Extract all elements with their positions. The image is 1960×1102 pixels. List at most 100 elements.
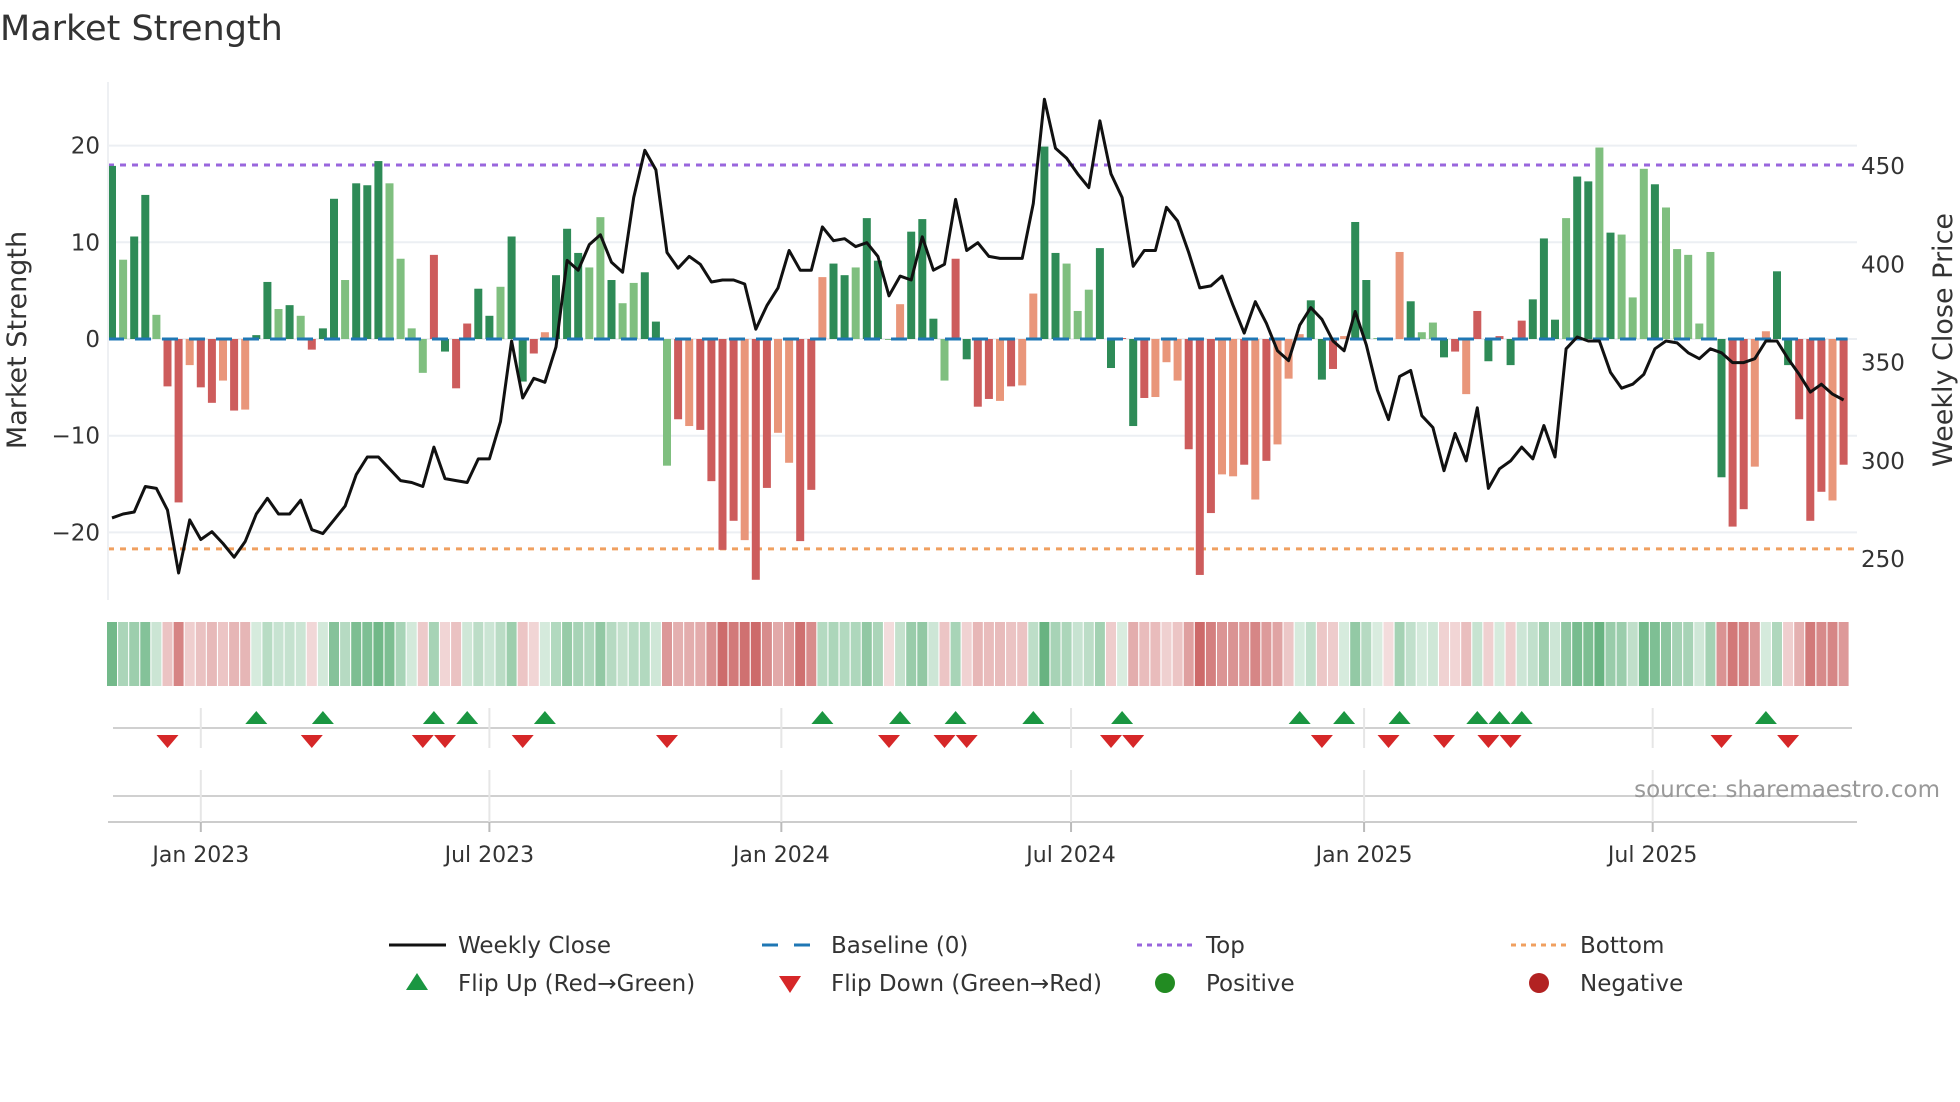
flip-up-marker — [1111, 711, 1134, 724]
heat-cell — [650, 622, 661, 686]
flip-up-marker — [1488, 711, 1511, 724]
heat-cell — [728, 622, 739, 686]
strength-bar — [1828, 339, 1837, 501]
y2-tick-label: 250 — [1861, 547, 1905, 573]
strength-bar — [840, 275, 849, 339]
heat-cell — [1416, 622, 1427, 686]
heat-cell — [1672, 622, 1683, 686]
strength-bar — [1539, 238, 1548, 339]
strength-bar — [796, 339, 805, 542]
heat-cell — [473, 622, 484, 686]
strength-bar — [1739, 339, 1748, 510]
heat-cell — [1483, 622, 1494, 686]
heat-cell — [495, 622, 506, 686]
heat-cell — [539, 622, 550, 686]
strength-bar — [274, 309, 283, 339]
strength-bar — [429, 254, 438, 339]
strength-bar — [1029, 293, 1038, 339]
strength-bar — [1806, 339, 1815, 521]
heat-cell — [1772, 622, 1782, 686]
heat-cell — [961, 622, 972, 686]
strength-bar — [1706, 251, 1715, 339]
strength-bar — [1040, 146, 1049, 339]
heat-cell — [917, 622, 928, 686]
heat-cell — [1028, 622, 1039, 686]
y2-tick-label: 350 — [1861, 351, 1905, 377]
flip-down-marker — [656, 735, 678, 748]
strength-bar — [762, 339, 771, 488]
heat-cell — [662, 622, 672, 686]
heat-cell — [484, 622, 495, 686]
heat-cell — [750, 622, 761, 686]
strength-bar — [785, 339, 794, 463]
strength-bar — [1184, 339, 1193, 450]
strength-bar — [1773, 271, 1781, 339]
strength-bar — [1195, 339, 1204, 575]
heat-cell — [995, 622, 1005, 686]
strength-bar — [507, 236, 516, 339]
strength-bar — [929, 318, 938, 339]
heat-cell — [1383, 622, 1394, 686]
strength-bar — [1062, 263, 1071, 339]
strength-bar — [996, 339, 1004, 401]
heat-cell — [1194, 622, 1205, 686]
strength-bar — [1473, 310, 1482, 339]
strength-bar — [1240, 339, 1249, 465]
strength-bar — [1728, 339, 1737, 527]
strength-bar — [873, 260, 882, 339]
strength-bar — [1695, 323, 1704, 339]
strength-bar — [1684, 254, 1693, 339]
x-axis: Jan 2023 Jul 2023 Jan 2024 Jul 2024 Jan 2025… — [108, 708, 1857, 868]
strength-bar — [352, 183, 361, 339]
heat-cell — [1128, 622, 1139, 686]
strength-bar — [729, 339, 738, 521]
strength-bar — [1650, 184, 1659, 339]
heat-cell — [1538, 622, 1549, 686]
legend-label: Positive — [1206, 971, 1295, 997]
heat-cell — [1572, 622, 1583, 686]
strength-bar — [1140, 339, 1149, 398]
source-note: source: sharemaestro.com — [1634, 777, 1940, 803]
legend-label: Weekly Close — [458, 933, 611, 959]
strength-bar — [385, 183, 394, 339]
heat-cell — [1205, 622, 1216, 686]
y-tick-label: 20 — [71, 134, 100, 160]
strength-bar — [1440, 339, 1448, 358]
flip-up-marker — [456, 711, 479, 724]
heat-cell — [1661, 622, 1671, 686]
y-axis-label: Market Strength — [2, 231, 33, 449]
heat-cell — [1705, 622, 1716, 686]
heat-cell — [606, 622, 617, 686]
strength-bar — [718, 339, 727, 550]
heat-cell — [1716, 622, 1727, 686]
heat-cell — [1805, 622, 1816, 686]
strength-bar — [1395, 251, 1404, 339]
flip-down-marker — [1499, 735, 1522, 748]
strength-bar — [851, 267, 860, 339]
flip-up-marker — [1754, 711, 1777, 724]
heat-cell — [1472, 622, 1483, 686]
flip-up-marker — [1022, 711, 1045, 724]
flip-down-marker — [1777, 735, 1800, 748]
heat-cell — [1094, 622, 1105, 686]
strength-bar — [1251, 339, 1260, 500]
flip-up-marker — [1466, 711, 1489, 724]
heat-cell — [1550, 622, 1560, 686]
heat-cell — [317, 622, 328, 686]
strength-bar — [1606, 232, 1615, 339]
strength-bar — [241, 339, 250, 410]
strength-bar — [518, 339, 527, 382]
chart-title: Market Strength — [0, 9, 283, 49]
heat-cell — [850, 622, 861, 686]
strength-bar — [141, 194, 150, 339]
strength-bar — [1151, 339, 1160, 398]
strength-bar — [1317, 339, 1326, 380]
heat-cell — [1627, 622, 1638, 686]
strength-bar — [1595, 147, 1604, 339]
x-tick-label: Jul 2025 — [1606, 843, 1698, 868]
strength-bar — [1262, 339, 1271, 461]
strength-bar — [463, 323, 472, 339]
heat-cell — [706, 622, 717, 686]
strength-bar — [585, 267, 594, 339]
strength-bar — [618, 303, 627, 339]
